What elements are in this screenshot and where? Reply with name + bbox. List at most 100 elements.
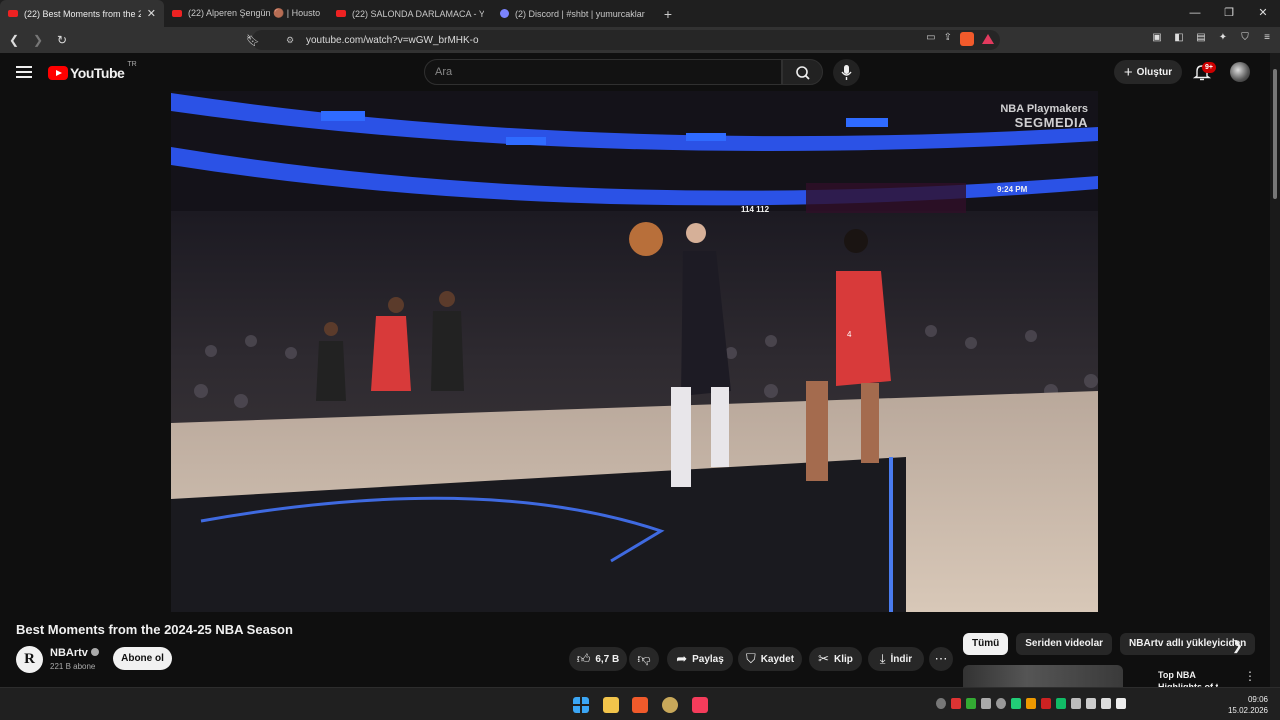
restore-button[interactable]: ❐ — [1212, 0, 1246, 27]
vpn-icon[interactable]: ⛉ — [1238, 32, 1252, 43]
youtube-play-icon — [48, 66, 68, 80]
tray-app-icon[interactable] — [1056, 698, 1066, 709]
volume-icon[interactable] — [1101, 698, 1111, 709]
more-actions-button[interactable]: ⋯ — [929, 647, 953, 671]
logo-text: YouTube — [70, 65, 125, 81]
site-info-icon[interactable]: ⚙︎ — [286, 35, 298, 46]
new-tab-button[interactable]: + — [656, 6, 680, 22]
leo-ai-icon[interactable]: ✦ — [1216, 32, 1230, 43]
tab-label: (22) Best Moments from the 2024-25 NBA S… — [24, 8, 141, 19]
save-label: Kaydet — [760, 653, 795, 665]
microphone-tray-icon[interactable] — [1071, 698, 1081, 709]
forward-icon[interactable]: ❯ — [28, 33, 48, 47]
clip-button[interactable]: ✂ Klip — [809, 647, 862, 671]
share-button[interactable]: ➦ Paylaş — [667, 647, 733, 671]
tab-alperen[interactable]: (22) Alperen Şengün 🟤 | Houston Ro — [164, 0, 328, 27]
taskbar-clock[interactable]: 09:06 15.02.2026 — [1228, 694, 1268, 716]
related-filter-chips: Tümü Seriden videolar NBArtv adlı yükley… — [963, 633, 1256, 655]
video-player[interactable]: 114 112 9:24 PM 4 NBA Playmakers SEGMEDI… — [171, 91, 1098, 612]
subscriber-count: 221 B abone — [50, 662, 96, 671]
url-text[interactable]: youtube.com/watch?v=wGW_brMHK-o — [306, 35, 479, 46]
subscribe-button[interactable]: Abone ol — [113, 647, 172, 670]
brave-browser-icon[interactable] — [632, 697, 648, 713]
bookmark-save-icon: ⛉ — [745, 651, 756, 666]
tab-best-moments[interactable]: (22) Best Moments from the 2024-25 NBA S… — [0, 0, 164, 27]
music-app-icon[interactable] — [692, 697, 708, 713]
search-button[interactable] — [782, 59, 823, 85]
browser-tab-bar: (22) Best Moments from the 2024-25 NBA S… — [0, 0, 1280, 27]
tab-close-icon[interactable]: ✕ — [147, 7, 156, 20]
search-box — [424, 59, 782, 85]
tray-app-icon[interactable] — [936, 698, 946, 709]
download-button[interactable]: ⤓ İndir — [868, 647, 924, 671]
battery-icon[interactable] — [1116, 698, 1126, 709]
windows-start-icon[interactable] — [573, 697, 589, 713]
network-icon[interactable] — [1086, 698, 1096, 709]
tray-app-icon[interactable] — [951, 698, 961, 709]
channel-name-row[interactable]: NBArtv — [50, 647, 99, 659]
channel-avatar[interactable]: R — [16, 646, 43, 673]
like-count: 6,7 B — [595, 653, 620, 665]
voice-search-button[interactable] — [833, 59, 860, 86]
tray-app-icon[interactable] — [1041, 698, 1051, 709]
create-button[interactable]: + Oluştur — [1114, 60, 1182, 84]
game-launcher-icon[interactable] — [662, 697, 678, 713]
watermark-seg: SEGMEDIA — [1014, 115, 1088, 130]
close-window-button[interactable]: ✕ — [1246, 0, 1280, 27]
back-icon[interactable]: ❮ — [4, 33, 24, 47]
tray-app-icon[interactable] — [1011, 698, 1021, 709]
recommended-title[interactable]: Top NBA Highlights of the — [1158, 669, 1218, 687]
minimize-button[interactable]: — — [1178, 0, 1212, 27]
discord-favicon-icon — [500, 9, 509, 18]
menu-icon[interactable]: ≡ — [1260, 32, 1274, 43]
tab-label: (22) SALONDA DARLAMACA - YouTu — [352, 8, 484, 19]
share-arrow-icon: ➦ — [676, 651, 688, 666]
recommended-video[interactable]: Top NBA Highlights of the — [963, 665, 1218, 687]
tray-app-icon[interactable] — [1026, 698, 1036, 709]
tray-app-icon[interactable] — [981, 698, 991, 709]
kebab-menu-icon[interactable]: ⋮ — [1244, 669, 1256, 683]
bookmark-icon[interactable]: 🔖︎ — [246, 34, 260, 47]
tab-discord[interactable]: (2) Discord | #shbt | yumurcaklar — [492, 0, 656, 27]
cast-icon[interactable]: ▭ — [926, 32, 935, 46]
youtube-logo[interactable]: YouTube TR — [48, 61, 137, 81]
scrollbar-thumb[interactable] — [1273, 69, 1277, 199]
reload-icon[interactable]: ↻ — [52, 33, 72, 47]
brave-shields-icon[interactable] — [960, 32, 974, 46]
sidebar-icon[interactable]: ◧ — [1172, 32, 1186, 43]
thumbs-up-icon: 👍︎ — [576, 651, 591, 666]
dislike-button[interactable]: 👎︎ — [629, 647, 659, 671]
chip-all[interactable]: Tümü — [963, 633, 1009, 655]
verified-badge-icon — [90, 648, 99, 656]
thumbs-down-icon: 👎︎ — [637, 651, 651, 666]
tab-manager-icon[interactable]: ▣ — [1150, 32, 1164, 43]
clock-date: 15.02.2026 — [1227, 706, 1268, 715]
like-button[interactable]: 👍︎ 6,7 B — [569, 647, 627, 671]
channel-name[interactable]: NBArtv — [50, 647, 88, 659]
watermark-nba: NBA Playmakers — [1000, 103, 1088, 115]
account-avatar[interactable] — [1230, 62, 1250, 82]
file-explorer-icon[interactable] — [603, 697, 619, 713]
chip-series[interactable]: Seriden videolar — [1016, 633, 1113, 655]
tray-app-icon[interactable] — [966, 698, 976, 709]
tab-salonda[interactable]: (22) SALONDA DARLAMACA - YouTu — [328, 0, 492, 27]
youtube-favicon-icon — [8, 10, 18, 17]
save-button[interactable]: ⛉ Kaydet — [738, 647, 802, 671]
chevron-right-icon[interactable]: ❯ — [1232, 638, 1243, 654]
create-label: Oluştur — [1136, 66, 1173, 78]
address-bar[interactable]: 🔖︎ ⚙︎ youtube.com/watch?v=wGW_brMHK-o ▭ … — [246, 30, 1000, 50]
microphone-icon — [841, 65, 852, 80]
recommended-thumbnail[interactable] — [963, 665, 1123, 687]
jersey-number: 4 — [847, 330, 852, 339]
search-input[interactable] — [425, 60, 781, 84]
plus-icon: + — [1123, 63, 1133, 81]
brave-rewards-icon[interactable] — [982, 34, 994, 44]
more-horizontal-icon: ⋯ — [934, 651, 948, 666]
notification-count-badge: 9+ — [1202, 62, 1216, 73]
tray-app-icon[interactable] — [996, 698, 1006, 709]
scissors-icon: ✂ — [818, 651, 829, 666]
share-page-icon[interactable]: ⇪ — [944, 32, 952, 46]
wallet-icon[interactable]: ▤ — [1194, 32, 1208, 43]
page-scrollbar[interactable] — [1270, 53, 1280, 687]
guide-menu-icon[interactable] — [16, 66, 32, 78]
